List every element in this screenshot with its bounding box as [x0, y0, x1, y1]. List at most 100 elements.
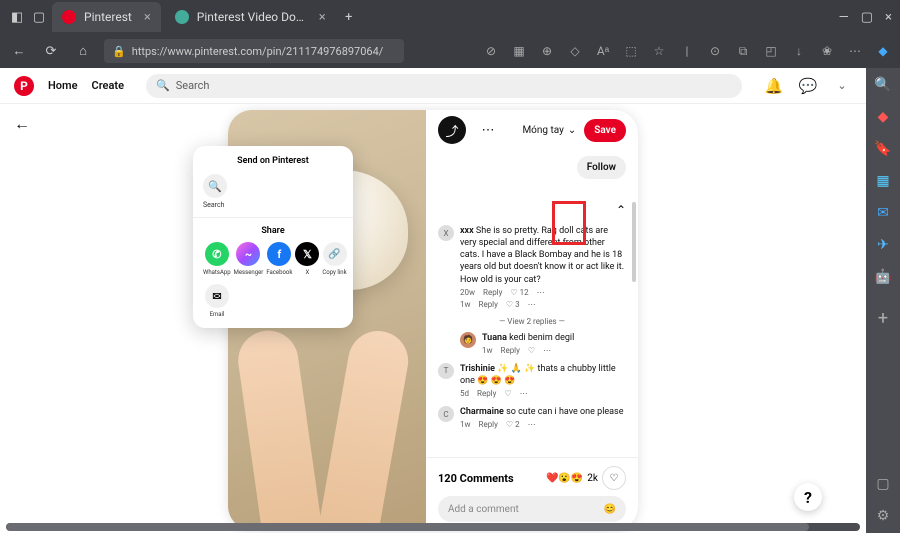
- messages-icon[interactable]: 💬: [798, 76, 818, 96]
- share-whatsapp[interactable]: ✆ WhatsApp: [203, 242, 231, 276]
- avatar[interactable]: T: [438, 363, 454, 379]
- notifications-icon[interactable]: 🔔: [764, 76, 784, 96]
- browser-tab-active[interactable]: Pinterest ×: [52, 2, 161, 32]
- close-window-button[interactable]: ×: [885, 10, 892, 25]
- avatar[interactable]: 🧑: [460, 332, 476, 348]
- browser-tab[interactable]: Pinterest Video Downloader - D ×: [165, 2, 336, 32]
- like-button[interactable]: ♡ 2: [506, 420, 520, 429]
- share-copy-link[interactable]: 🔗 Copy link: [322, 242, 346, 276]
- settings-icon[interactable]: ⚙: [874, 507, 892, 525]
- extension-icon[interactable]: ↓: [790, 42, 808, 60]
- close-icon[interactable]: ×: [144, 10, 151, 25]
- comment-text: She is so pretty. Rag doll cats are very…: [460, 226, 624, 285]
- share-search[interactable]: 🔍 Search: [203, 174, 343, 209]
- avatar[interactable]: C: [438, 406, 454, 422]
- collections-icon[interactable]: ⧉: [734, 42, 752, 60]
- search-input[interactable]: 🔍 Search: [146, 74, 742, 98]
- scrollbar-thumb[interactable]: [6, 523, 809, 531]
- sidebar-icon[interactable]: ▢: [874, 475, 892, 493]
- comment-user[interactable]: Charmaine: [460, 407, 504, 417]
- messenger-icon: ~: [236, 242, 260, 266]
- sidebar-icon[interactable]: ◆: [874, 108, 892, 126]
- comment-user[interactable]: Trishinie: [460, 364, 495, 374]
- back-arrow[interactable]: ←: [14, 114, 30, 134]
- sidebar-outlook-icon[interactable]: ✉: [874, 204, 892, 222]
- more-button[interactable]: ⋯: [474, 116, 502, 144]
- favorites-icon[interactable]: ☆: [650, 42, 668, 60]
- avatar[interactable]: X: [438, 225, 454, 241]
- extension-icon[interactable]: ◇: [566, 42, 584, 60]
- horizontal-scrollbar[interactable]: [6, 523, 860, 531]
- reaction-icons: ❤️😮😍: [546, 473, 583, 484]
- new-tab-button[interactable]: +: [340, 8, 358, 26]
- share-messenger[interactable]: ~ Messenger: [234, 242, 264, 276]
- back-button[interactable]: ←: [8, 40, 30, 62]
- comment-user[interactable]: Tuana: [482, 333, 507, 343]
- sidebar-add-button[interactable]: +: [878, 308, 888, 329]
- collapse-button[interactable]: ⌃: [616, 203, 626, 217]
- like-button[interactable]: ♡: [504, 389, 511, 398]
- like-button[interactable]: ♡ 3: [506, 300, 520, 309]
- help-button[interactable]: ?: [794, 483, 822, 511]
- copilot-icon[interactable]: ◆: [874, 42, 892, 60]
- sidebar-icon[interactable]: 🔖: [874, 140, 892, 158]
- home-button[interactable]: ⌂: [72, 40, 94, 62]
- comment-more[interactable]: ⋯: [543, 346, 551, 355]
- pinterest-header: P Home Create 🔍 Search 🔔 💬 ⌄: [0, 68, 866, 104]
- sidebar-icon[interactable]: ✈: [874, 236, 892, 254]
- extension-icon[interactable]: ▦: [510, 42, 528, 60]
- extension-icon[interactable]: |: [678, 42, 696, 60]
- account-menu[interactable]: ⌄: [832, 76, 852, 96]
- like-button[interactable]: ♡ 12: [510, 288, 528, 297]
- workspace-icon[interactable]: ◧: [8, 8, 26, 26]
- tab-title: Pinterest Video Downloader - D: [197, 10, 307, 24]
- sidebar-icon[interactable]: ▦: [874, 172, 892, 190]
- extension-icon[interactable]: ⊕: [538, 42, 556, 60]
- extension-icon[interactable]: ⬚: [622, 42, 640, 60]
- address-bar[interactable]: 🔒 https://www.pinterest.com/pin/21117497…: [104, 39, 404, 63]
- share-title: Share: [203, 226, 343, 236]
- comment-more[interactable]: ⋯: [537, 288, 545, 297]
- react-button[interactable]: ♡: [602, 466, 626, 490]
- board-selector[interactable]: Móng tay ⌄: [522, 125, 576, 136]
- maximize-button[interactable]: ▢: [861, 10, 873, 25]
- follow-button[interactable]: Follow: [577, 156, 626, 179]
- whatsapp-icon: ✆: [205, 242, 229, 266]
- view-replies[interactable]: — View 2 replies —: [438, 317, 626, 326]
- comment-more[interactable]: ⋯: [528, 420, 536, 429]
- extension-icon[interactable]: ⊙: [706, 42, 724, 60]
- reply-button[interactable]: Reply: [477, 389, 496, 398]
- share-email[interactable]: ✉ Email: [203, 284, 231, 318]
- reply-button[interactable]: Reply: [501, 346, 520, 355]
- save-button[interactable]: Save: [584, 119, 626, 142]
- sidebar-icon[interactable]: 🤖: [874, 268, 892, 286]
- menu-icon[interactable]: ⋯: [846, 42, 864, 60]
- refresh-button[interactable]: ⟳: [40, 40, 62, 62]
- comment: 🧑 Tuana kedi benim degil 1w Reply ♡ ⋯: [460, 332, 626, 355]
- share-button[interactable]: ⤴: [438, 116, 466, 144]
- reply-button[interactable]: Reply: [479, 420, 498, 429]
- close-icon[interactable]: ×: [319, 10, 326, 25]
- comment-more[interactable]: ⋯: [520, 389, 528, 398]
- extension-icon[interactable]: ⊘: [482, 42, 500, 60]
- tabs-overview-icon[interactable]: ▢: [30, 8, 48, 26]
- extension-icon[interactable]: Aᵃ: [594, 42, 612, 60]
- extension-icon[interactable]: ◰: [762, 42, 780, 60]
- scrollbar[interactable]: [632, 202, 636, 282]
- extension-icon[interactable]: ❀: [818, 42, 836, 60]
- nav-create[interactable]: Create: [92, 79, 125, 92]
- reply-button[interactable]: Reply: [483, 288, 502, 297]
- add-comment-input[interactable]: Add a comment 😊: [438, 496, 626, 522]
- minimize-button[interactable]: —: [839, 10, 849, 25]
- nav-home[interactable]: Home: [48, 79, 78, 92]
- share-facebook[interactable]: f Facebook: [266, 242, 292, 276]
- like-button[interactable]: ♡: [528, 346, 535, 355]
- comment-text: so cute can i have one please: [506, 407, 623, 417]
- emoji-icon[interactable]: 😊: [604, 504, 616, 515]
- comment-more[interactable]: ⋯: [528, 300, 536, 309]
- reply-button[interactable]: Reply: [479, 300, 498, 309]
- share-x[interactable]: 𝕏 X: [295, 242, 319, 276]
- comment-user[interactable]: xxx: [460, 226, 474, 236]
- sidebar-search-icon[interactable]: 🔍: [874, 76, 892, 94]
- pinterest-logo[interactable]: P: [14, 76, 34, 96]
